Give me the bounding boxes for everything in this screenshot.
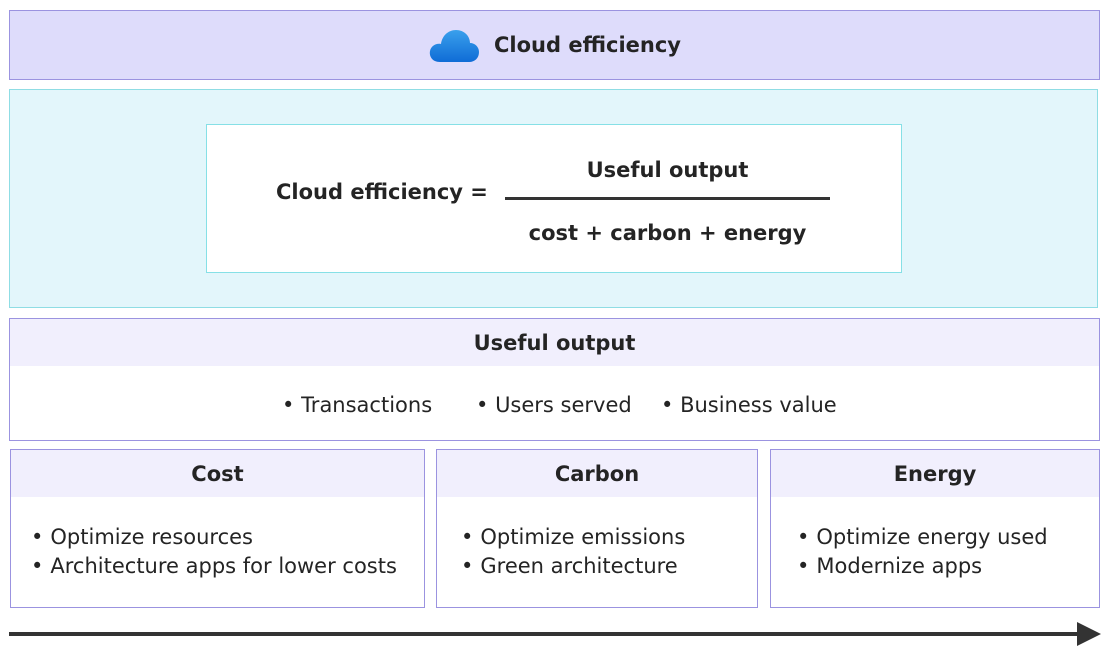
carbon-body: Optimize emissions Green architecture <box>436 497 758 608</box>
useful-output-title: Useful output <box>473 330 636 355</box>
useful-output-item: • Transactions <box>282 393 433 417</box>
useful-output-item: • Users served <box>476 393 632 417</box>
energy-list: Optimize energy used Modernize apps <box>797 523 1099 581</box>
carbon-header: Carbon <box>436 449 758 498</box>
useful-output-item: • Business value <box>661 393 837 417</box>
title-banner: Cloud efficiency <box>9 10 1100 80</box>
energy-header: Energy <box>770 449 1100 498</box>
list-item: Modernize apps <box>797 552 1099 581</box>
list-item: Optimize energy used <box>797 523 1099 552</box>
useful-output-header: Useful output <box>9 318 1100 367</box>
cost-header: Cost <box>10 449 425 498</box>
energy-title: Energy <box>893 461 977 486</box>
carbon-list: Optimize emissions Green architecture <box>461 523 757 581</box>
energy-body: Optimize energy used Modernize apps <box>770 497 1100 608</box>
list-item: Optimize resources <box>31 523 424 552</box>
cost-title: Cost <box>191 461 244 486</box>
carbon-title: Carbon <box>554 461 640 486</box>
cloud-icon <box>429 30 479 62</box>
formula-denominator: cost + carbon + energy <box>528 221 807 245</box>
right-arrow-icon <box>9 622 1101 646</box>
list-item: Green architecture <box>461 552 757 581</box>
list-item: Architecture apps for lower costs <box>31 552 424 581</box>
cost-list: Optimize resources Architecture apps for… <box>31 523 424 581</box>
fraction-line <box>505 197 830 200</box>
page-title: Cloud efficiency <box>494 33 681 57</box>
cost-body: Optimize resources Architecture apps for… <box>10 497 425 608</box>
formula-lhs: Cloud efficiency = <box>276 180 488 204</box>
formula-numerator: Useful output <box>586 158 749 182</box>
list-item: Optimize emissions <box>461 523 757 552</box>
